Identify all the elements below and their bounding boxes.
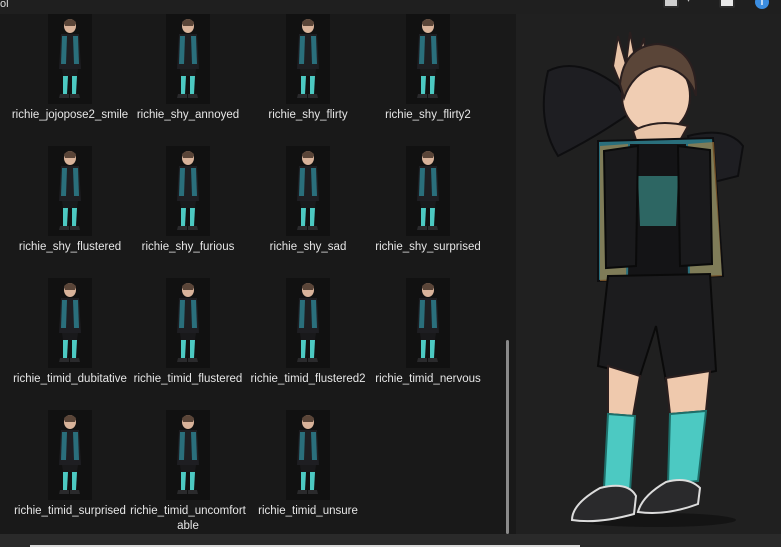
file-name-label: richie_shy_annoyed xyxy=(136,109,240,121)
file-name-label: richie_timid_dubitative xyxy=(13,373,127,385)
file-thumbnail xyxy=(286,146,330,236)
file-name-label: richie_shy_flirty xyxy=(268,109,348,121)
preview-pane xyxy=(516,14,781,534)
vertical-scrollbar[interactable] xyxy=(506,340,509,534)
window-title-fragment: ol xyxy=(0,0,9,10)
file-thumbnail xyxy=(286,14,330,104)
file-grid: richie_jojopose2_smile richie_shy_annoyed… xyxy=(0,14,513,534)
file-name-label: richie_timid_flustered xyxy=(133,373,243,385)
file-tile[interactable]: richie_timid_nervous xyxy=(368,278,488,410)
file-thumbnail xyxy=(48,410,92,500)
file-tile[interactable]: richie_timid_flustered2 xyxy=(248,278,368,410)
file-tile[interactable]: richie_shy_surprised xyxy=(368,146,488,278)
chevron-down-icon[interactable]: ▾ xyxy=(686,0,696,6)
file-thumbnail xyxy=(286,278,330,368)
character-preview-image xyxy=(542,31,745,527)
file-tile[interactable]: richie_shy_flustered xyxy=(10,146,130,278)
file-tile[interactable]: richie_shy_flirty2 xyxy=(368,14,488,146)
file-tile[interactable]: richie_jojopose2_smile xyxy=(10,14,130,146)
file-thumbnail xyxy=(166,14,210,104)
file-thumbnail xyxy=(286,410,330,500)
file-name-label: richie_timid_unsure xyxy=(258,505,358,517)
file-tile[interactable]: richie_timid_surprised xyxy=(10,410,130,542)
file-tile[interactable]: richie_shy_furious xyxy=(128,146,248,278)
file-tile[interactable]: richie_timid_uncomfortable xyxy=(128,410,248,542)
file-thumbnail xyxy=(48,146,92,236)
status-bar xyxy=(0,534,781,547)
file-thumbnail xyxy=(166,410,210,500)
file-thumbnail xyxy=(166,278,210,368)
file-thumbnail xyxy=(406,146,450,236)
file-tile[interactable]: richie_shy_sad xyxy=(248,146,368,278)
file-name-label: richie_shy_flirty2 xyxy=(385,109,471,121)
preview-pane-icon[interactable] xyxy=(719,0,735,8)
file-name-label: richie_timid_flustered2 xyxy=(250,373,366,385)
file-thumbnail xyxy=(48,14,92,104)
info-icon[interactable]: i xyxy=(755,0,769,9)
file-tile[interactable]: richie_shy_annoyed xyxy=(128,14,248,146)
file-tile[interactable]: richie_shy_flirty xyxy=(248,14,368,146)
file-tile[interactable]: richie_timid_unsure xyxy=(248,410,368,542)
file-thumbnail xyxy=(48,278,92,368)
file-thumbnail xyxy=(406,14,450,104)
title-toolbar: ol ▾ i xyxy=(0,0,781,14)
file-name-label: richie_shy_furious xyxy=(141,241,235,253)
file-name-label: richie_timid_surprised xyxy=(14,505,126,517)
file-name-label: richie_shy_flustered xyxy=(18,241,122,253)
file-thumbnail xyxy=(166,146,210,236)
file-name-label: richie_shy_surprised xyxy=(375,241,481,253)
view-options-icon[interactable] xyxy=(663,0,679,8)
file-thumbnail xyxy=(406,278,450,368)
file-name-label: richie_timid_nervous xyxy=(375,373,481,385)
file-name-label: richie_jojopose2_smile xyxy=(11,109,129,121)
file-tile[interactable]: richie_timid_flustered xyxy=(128,278,248,410)
file-name-label: richie_shy_sad xyxy=(269,241,347,253)
file-name-label: richie_timid_uncomfortable xyxy=(130,505,246,532)
file-tile[interactable]: richie_timid_dubitative xyxy=(10,278,130,410)
